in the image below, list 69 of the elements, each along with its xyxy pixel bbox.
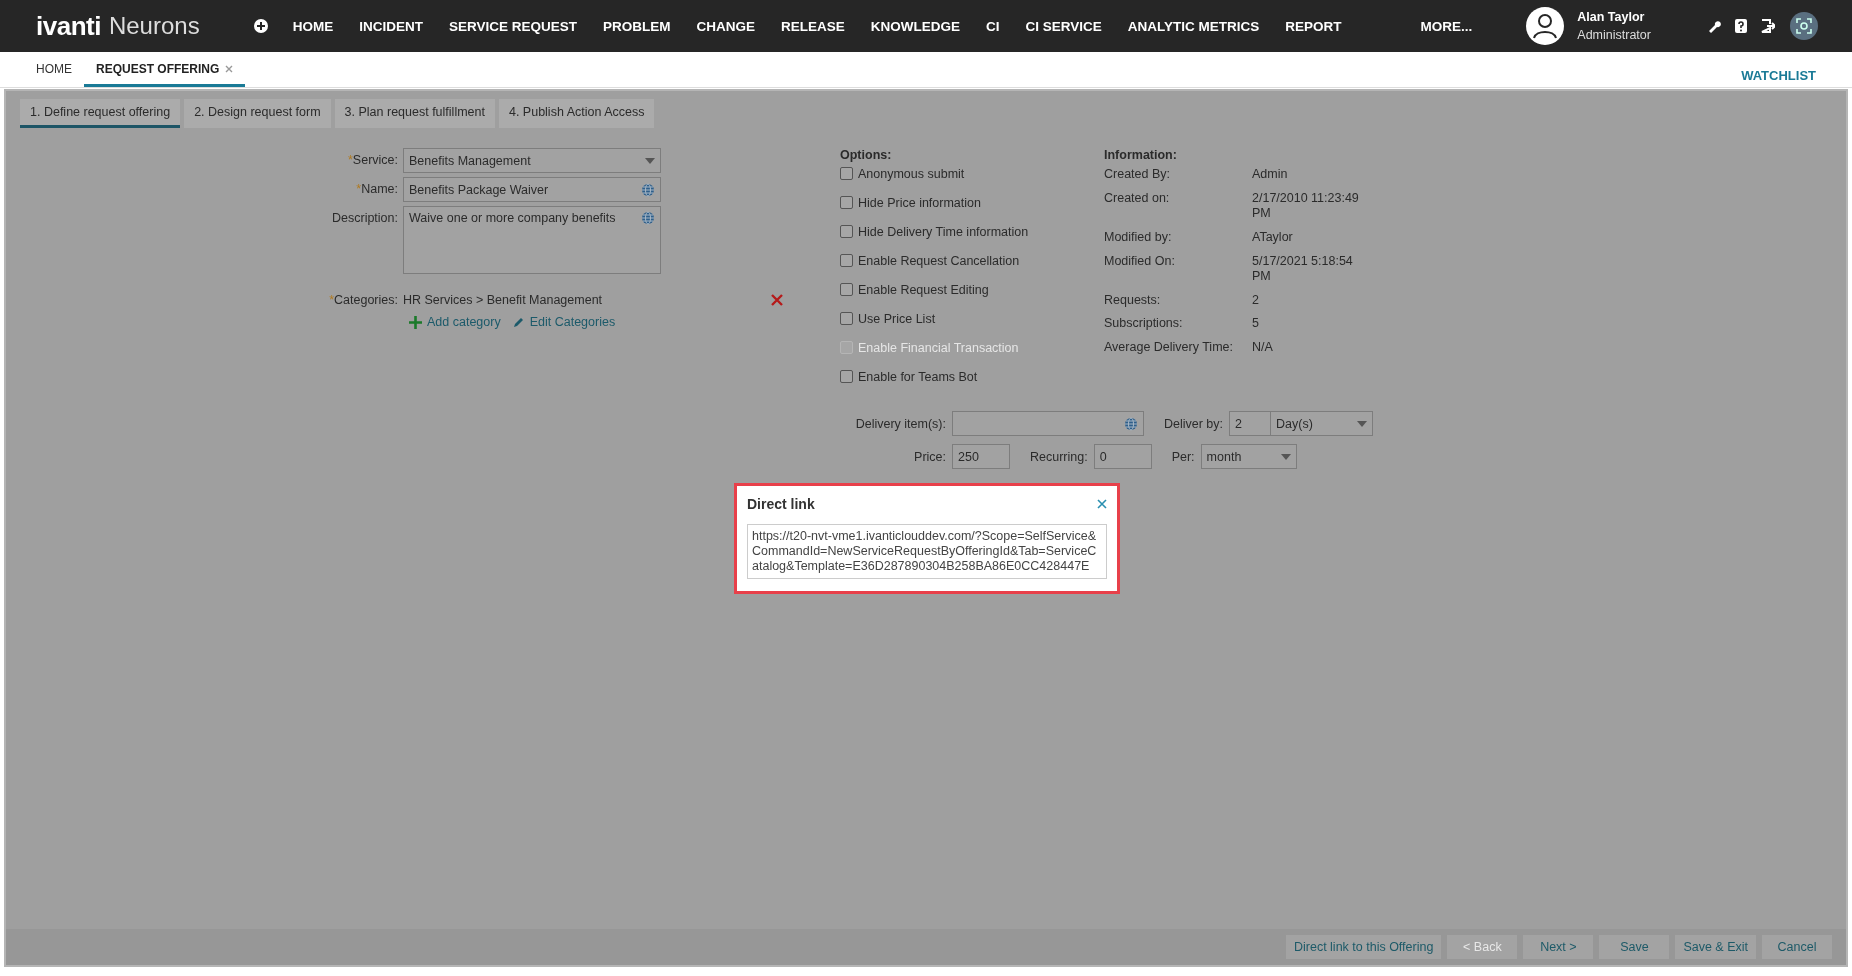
nav-item[interactable]: CI (972, 18, 1013, 34)
nav-item[interactable]: CHANGE (683, 18, 768, 34)
checkbox-label: Enable Request Cancellation (858, 253, 1020, 268)
field-label: Delivery item(s): (854, 416, 946, 431)
info-value: 5/17/2021 5:18:54 PM (1252, 253, 1354, 285)
info-value: 5 (1252, 316, 1260, 332)
info-value: Admin (1252, 167, 1289, 183)
field-label: Categories: (334, 293, 398, 307)
service-dropdown[interactable]: Benefits Management (403, 148, 661, 173)
category-path: HR Services > Benefit Management (403, 293, 604, 307)
information-heading: Information: (1104, 148, 1178, 162)
info-label: Created By: (1104, 167, 1171, 183)
user-name: Alan Taylor (1577, 10, 1646, 24)
nav-item[interactable]: PROBLEM (589, 18, 684, 34)
info-label: Created on: (1104, 190, 1171, 207)
required-marker: * (347, 153, 353, 167)
field-label: Name: (361, 182, 398, 196)
field-label: Price: (913, 449, 946, 464)
tab[interactable]: HOME (24, 62, 84, 87)
step-tab[interactable]: 1. Define request offering (20, 99, 181, 128)
unit-dropdown[interactable]: Day(s) (1271, 411, 1374, 436)
info-label: Requests: (1104, 292, 1162, 309)
user-role: Administrator (1577, 28, 1651, 42)
field-label: Service: (352, 153, 398, 167)
nav-item[interactable]: REPORT (1272, 18, 1355, 34)
info-value: ATaylor (1252, 229, 1294, 246)
nav-item[interactable]: HOME (279, 18, 347, 34)
logo: ivanti (36, 10, 101, 42)
info-label: Modified by: (1104, 229, 1173, 246)
info-label: Subscriptions: (1104, 316, 1184, 332)
options-heading: Options: (840, 148, 893, 162)
nav-item[interactable]: RELEASE (767, 18, 858, 34)
info-value: N/A (1252, 340, 1274, 356)
step-tab[interactable]: 4. Publish Action Access (498, 99, 655, 128)
recurring-field[interactable]: 0 (1093, 444, 1152, 469)
field-label: Recurring: (1030, 449, 1088, 464)
required-marker: * (356, 182, 362, 196)
nav-item[interactable]: ANALYTIC METRICS (1114, 18, 1273, 34)
deliver-by-field[interactable]: 2 (1229, 411, 1272, 436)
name-field[interactable]: Benefits Package Waiver (403, 177, 661, 202)
checkbox-label: Enable Financial Transaction (858, 340, 1019, 355)
info-label: Average Delivery Time: (1104, 340, 1234, 356)
nav-item[interactable]: KNOWLEDGE (857, 18, 973, 34)
field-label: Per: (1171, 449, 1195, 464)
period-dropdown[interactable]: month (1200, 444, 1297, 469)
info-value: 2 (1252, 292, 1260, 309)
nav-item[interactable]: CI SERVICE (1012, 18, 1115, 34)
nav-item[interactable]: SERVICE REQUEST (435, 18, 590, 34)
url-field[interactable]: https://t20-nvt-vme1.ivanticlouddev.com/?Scope=SelfService&CommandId=NewServiceRequestByOfferingId&Tab=ServiceCatalog&Template=E36D287890304B258BA86E0CC428447E (747, 524, 1107, 579)
required-marker: * (329, 293, 335, 307)
checkbox-label: Anonymous submit (858, 166, 965, 181)
nav-item[interactable]: MORE... (1407, 18, 1486, 34)
description-field[interactable]: Waive one or more company benefits (403, 206, 661, 274)
field-label: Description: (332, 211, 398, 225)
step-tab[interactable]: 3. Plan request fulfillment (334, 99, 495, 128)
info-value: 2/17/2010 11:23:49 PM (1252, 190, 1360, 222)
checkbox-label: Hide Price information (858, 195, 981, 210)
checkbox-label: Use Price List (858, 311, 936, 326)
dialog-title: Direct link (747, 496, 815, 512)
watchlist-link[interactable]: WATCHLIST (1741, 68, 1816, 87)
field-label: Deliver by: (1164, 416, 1224, 431)
nav-item[interactable]: INCIDENT (346, 18, 436, 34)
checkbox-label: Hide Delivery Time information (858, 224, 1029, 239)
product-name: Neurons (108, 12, 200, 40)
step-tab[interactable]: 2. Design request form (184, 99, 331, 128)
price-field[interactable]: 250 (952, 444, 1010, 469)
checkbox-label: Enable Request Editing (858, 282, 989, 297)
checkbox-label: Enable for Teams Bot (858, 369, 978, 384)
info-label: Modified On: (1104, 253, 1176, 270)
